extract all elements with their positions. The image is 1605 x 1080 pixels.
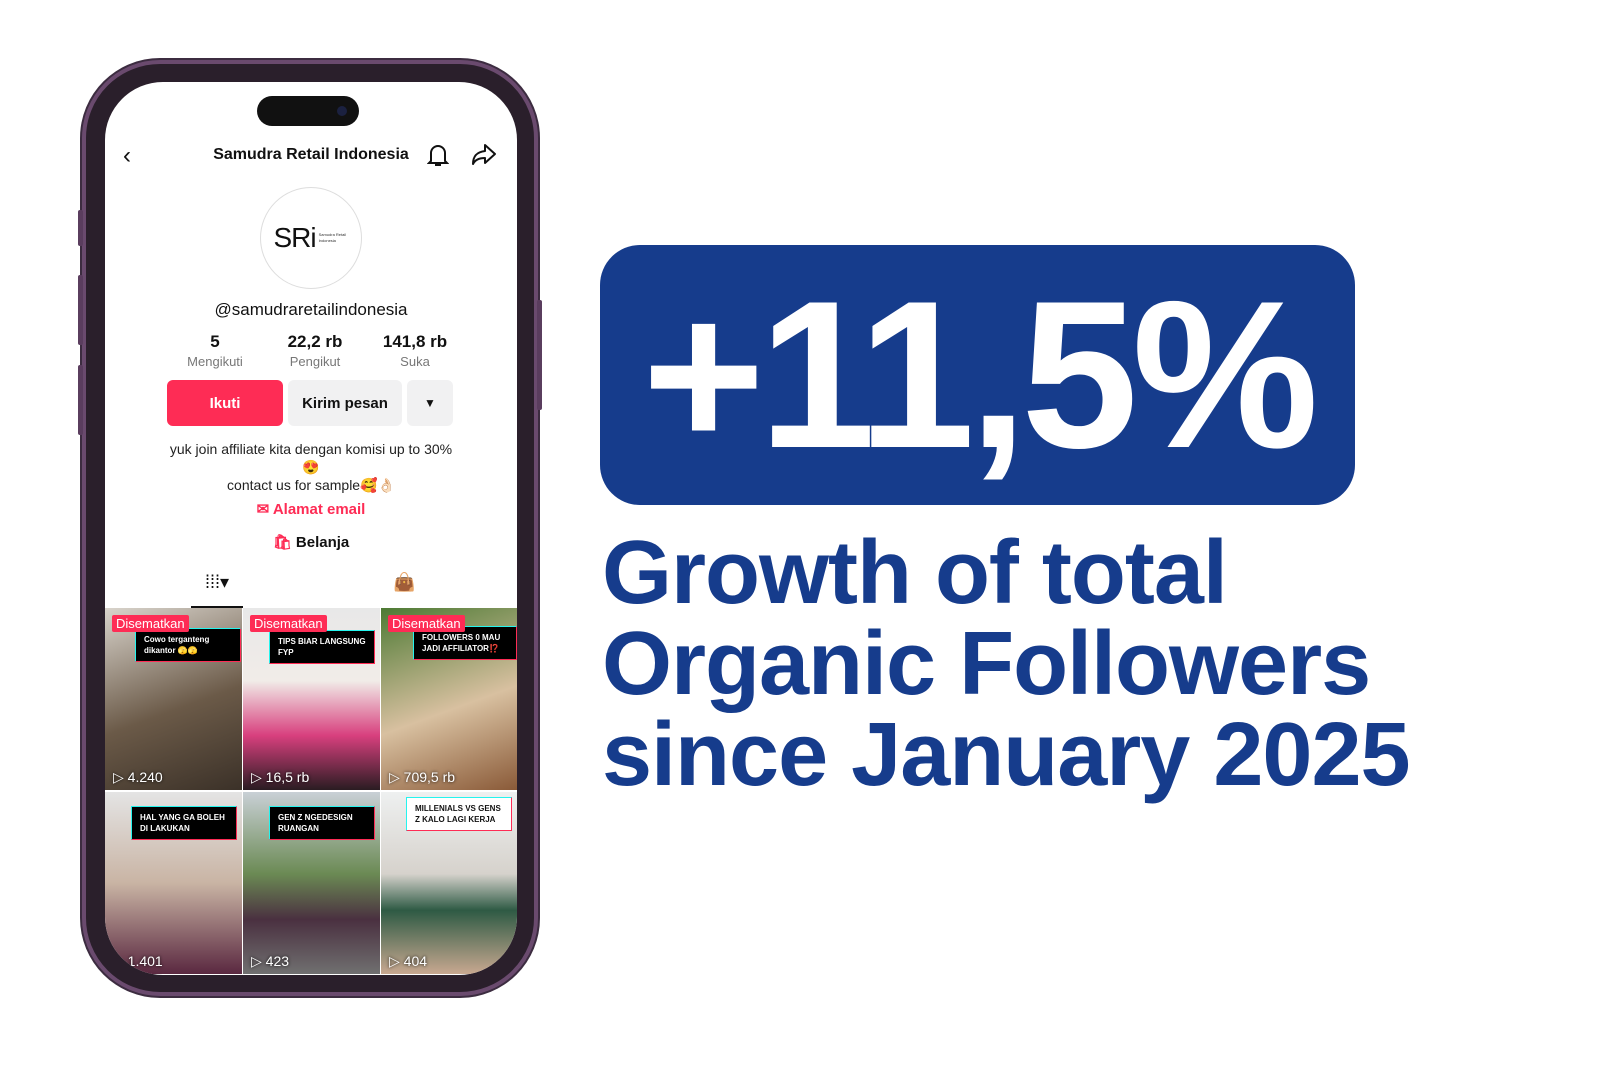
video-thumbnail[interactable]: GEN Z NGEDESIGN RUANGAN ▷ 423 — [243, 792, 380, 974]
headline-line: Organic Followers — [602, 614, 1371, 714]
profile-header: ‹ Samudra Retail Indonesia — [105, 140, 517, 170]
stat-likes[interactable]: 141,8 rb Suka — [365, 332, 465, 369]
email-link[interactable]: ✉ Alamat email — [105, 500, 517, 518]
bio-emoji: 😍 — [302, 459, 320, 475]
phone-side-button — [78, 210, 83, 246]
profile-title: Samudra Retail Indonesia — [213, 146, 409, 163]
caret-down-icon: ▼ — [424, 396, 436, 410]
video-caption: Cowo terganteng dikantor 🫣🫣 — [135, 628, 241, 662]
profile-stats: 5 Mengikuti 22,2 rb Pengikut 141,8 rb Suka — [165, 332, 465, 369]
stat-value: 22,2 rb — [287, 332, 343, 351]
view-count: ▷ 404 — [389, 953, 428, 969]
shop-tab-bag-icon[interactable]: 👜 — [393, 572, 415, 593]
view-count: ▷ 4.240 — [113, 769, 163, 785]
view-count: ▷ 423 — [251, 953, 290, 969]
stat-label: Suka — [400, 354, 430, 369]
bell-icon[interactable] — [427, 142, 449, 168]
bio-line: contact us for sample🥰👌🏻 — [227, 477, 395, 493]
video-thumbnail[interactable]: Disematkan TIPS BIAR LANGSUNG FYP ▷ 16,5… — [243, 608, 380, 790]
video-grid: Disematkan Cowo terganteng dikantor 🫣🫣 ▷… — [105, 608, 517, 974]
videos-tab-grid-icon[interactable]: ⁞⁞⁞▾ — [191, 572, 243, 608]
bio-line: yuk join affiliate kita dengan komisi up… — [169, 441, 453, 457]
video-caption: MILLENIALS VS GENS Z KALO LAGI KERJA — [406, 797, 512, 831]
pinned-badge: Disematkan — [112, 615, 189, 632]
headline-line: Growth of total — [602, 523, 1228, 623]
pinned-badge: Disematkan — [388, 615, 465, 632]
phone-power-button — [537, 300, 542, 410]
mail-icon: ✉ — [256, 501, 273, 518]
more-dropdown-button[interactable]: ▼ — [407, 380, 453, 426]
stat-value: 141,8 rb — [382, 332, 448, 351]
avatar[interactable]: SRi Samudra Retail Indonesia — [260, 187, 362, 289]
share-icon[interactable] — [471, 142, 497, 166]
view-count: ▷ 709,5 rb — [389, 769, 456, 785]
email-label: Alamat email — [272, 501, 366, 518]
profile-bio: yuk join affiliate kita dengan komisi up… — [105, 440, 517, 494]
message-button[interactable]: Kirim pesan — [288, 380, 402, 426]
video-thumbnail[interactable]: Disematkan FOLLOWERS 0 MAU JADI AFFILIAT… — [381, 608, 517, 790]
stat-followers[interactable]: 22,2 rb Pengikut — [265, 332, 365, 369]
headline-line: since January 2025 — [602, 705, 1411, 805]
video-thumbnail[interactable]: Disematkan Cowo terganteng dikantor 🫣🫣 ▷… — [105, 608, 242, 790]
stat-label: Pengikut — [289, 354, 341, 369]
shop-label: Belanja — [295, 534, 350, 551]
phone-volume-down — [78, 365, 83, 435]
content-tabs: ⁞⁞⁞▾ 👜 — [105, 570, 517, 608]
pinned-badge: Disematkan — [250, 615, 327, 632]
follow-button[interactable]: Ikuti — [167, 380, 283, 426]
stat-following[interactable]: 5 Mengikuti — [165, 332, 265, 369]
video-caption: HAL YANG GA BOLEH DI LAKUKAN — [131, 806, 237, 840]
shop-link[interactable]: 🛍 Belanja — [105, 533, 517, 551]
tiktok-profile-screen: ‹ Samudra Retail Indonesia SRi Samudra R… — [105, 82, 517, 975]
growth-stat-card: +11,5% — [600, 245, 1355, 505]
profile-actions: Ikuti Kirim pesan ▼ — [167, 380, 453, 426]
dynamic-island — [257, 96, 359, 126]
stat-label: Mengikuti — [187, 354, 243, 369]
video-caption: GEN Z NGEDESIGN RUANGAN — [269, 806, 375, 840]
growth-percentage: +11,5% — [642, 257, 1319, 492]
phone-volume-up — [78, 275, 83, 345]
growth-description: Growth of total Organic Followers since … — [602, 523, 1411, 805]
sri-logo: SRi — [273, 222, 316, 253]
sri-logo-small: Samudra Retail Indonesia — [318, 232, 347, 243]
view-count: ▷ 1.401 — [113, 953, 163, 969]
stat-value: 5 — [210, 332, 220, 351]
video-caption: TIPS BIAR LANGSUNG FYP — [269, 630, 375, 664]
shopping-bag-icon: 🛍 — [272, 534, 296, 551]
video-thumbnail[interactable]: HAL YANG GA BOLEH DI LAKUKAN ▷ 1.401 — [105, 792, 242, 974]
video-thumbnail[interactable]: MILLENIALS VS GENS Z KALO LAGI KERJA ▷ 4… — [381, 792, 517, 974]
profile-handle: @samudraretailindonesia — [214, 300, 408, 319]
view-count: ▷ 16,5 rb — [251, 769, 310, 785]
